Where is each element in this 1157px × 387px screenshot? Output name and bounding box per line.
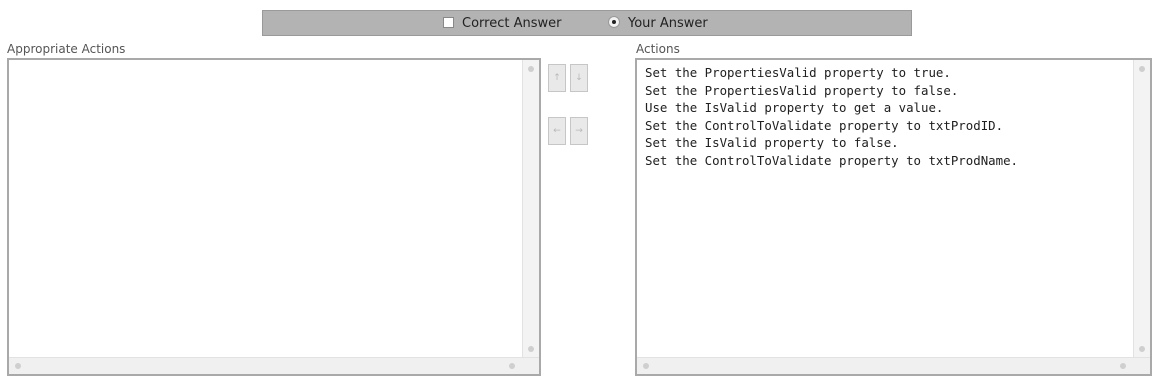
scroll-down-icon[interactable] bbox=[1139, 346, 1145, 352]
horizontal-scrollbar[interactable] bbox=[9, 357, 539, 374]
horizontal-scrollbar[interactable] bbox=[637, 357, 1150, 374]
list-item[interactable]: Set the IsValid property to false. bbox=[645, 134, 1128, 152]
actions-items: Set the PropertiesValid property to true… bbox=[645, 64, 1128, 170]
appropriate-actions-list[interactable] bbox=[7, 58, 541, 376]
arrow-down-icon: ↓ bbox=[575, 73, 583, 83]
scroll-up-icon[interactable] bbox=[528, 66, 534, 72]
move-right-button[interactable]: → bbox=[570, 117, 588, 145]
arrow-up-icon: ↑ bbox=[553, 73, 561, 83]
scroll-down-icon[interactable] bbox=[528, 346, 534, 352]
scroll-left-icon[interactable] bbox=[643, 363, 649, 369]
correct-answer-option[interactable]: Correct Answer bbox=[443, 16, 561, 32]
move-left-button[interactable]: ← bbox=[548, 117, 566, 145]
move-down-button[interactable]: ↓ bbox=[570, 64, 588, 92]
list-item[interactable]: Set the PropertiesValid property to true… bbox=[645, 64, 1128, 82]
list-item[interactable]: Use the IsValid property to get a value. bbox=[645, 99, 1128, 117]
list-item[interactable]: Set the ControlToValidate property to tx… bbox=[645, 117, 1128, 135]
your-answer-option[interactable]: Your Answer bbox=[608, 16, 708, 32]
actions-label: Actions bbox=[636, 42, 680, 56]
list-item[interactable]: Set the ControlToValidate property to tx… bbox=[645, 152, 1128, 170]
correct-answer-checkbox[interactable] bbox=[443, 17, 454, 28]
actions-list[interactable]: Set the PropertiesValid property to true… bbox=[635, 58, 1152, 376]
scroll-right-icon[interactable] bbox=[509, 363, 515, 369]
appropriate-actions-label: Appropriate Actions bbox=[7, 42, 126, 56]
move-up-button[interactable]: ↑ bbox=[548, 64, 566, 92]
scroll-left-icon[interactable] bbox=[15, 363, 21, 369]
answer-toggle-bar: Correct Answer Your Answer bbox=[262, 10, 912, 36]
arrow-left-icon: ← bbox=[553, 126, 561, 136]
list-item[interactable]: Set the PropertiesValid property to fals… bbox=[645, 82, 1128, 100]
your-answer-radio[interactable] bbox=[608, 16, 620, 28]
scroll-up-icon[interactable] bbox=[1139, 66, 1145, 72]
vertical-scrollbar[interactable] bbox=[1133, 60, 1150, 358]
correct-answer-label: Correct Answer bbox=[462, 16, 562, 31]
scroll-right-icon[interactable] bbox=[1120, 363, 1126, 369]
arrow-right-icon: → bbox=[575, 126, 583, 136]
your-answer-label: Your Answer bbox=[628, 16, 708, 31]
vertical-scrollbar[interactable] bbox=[522, 60, 539, 358]
